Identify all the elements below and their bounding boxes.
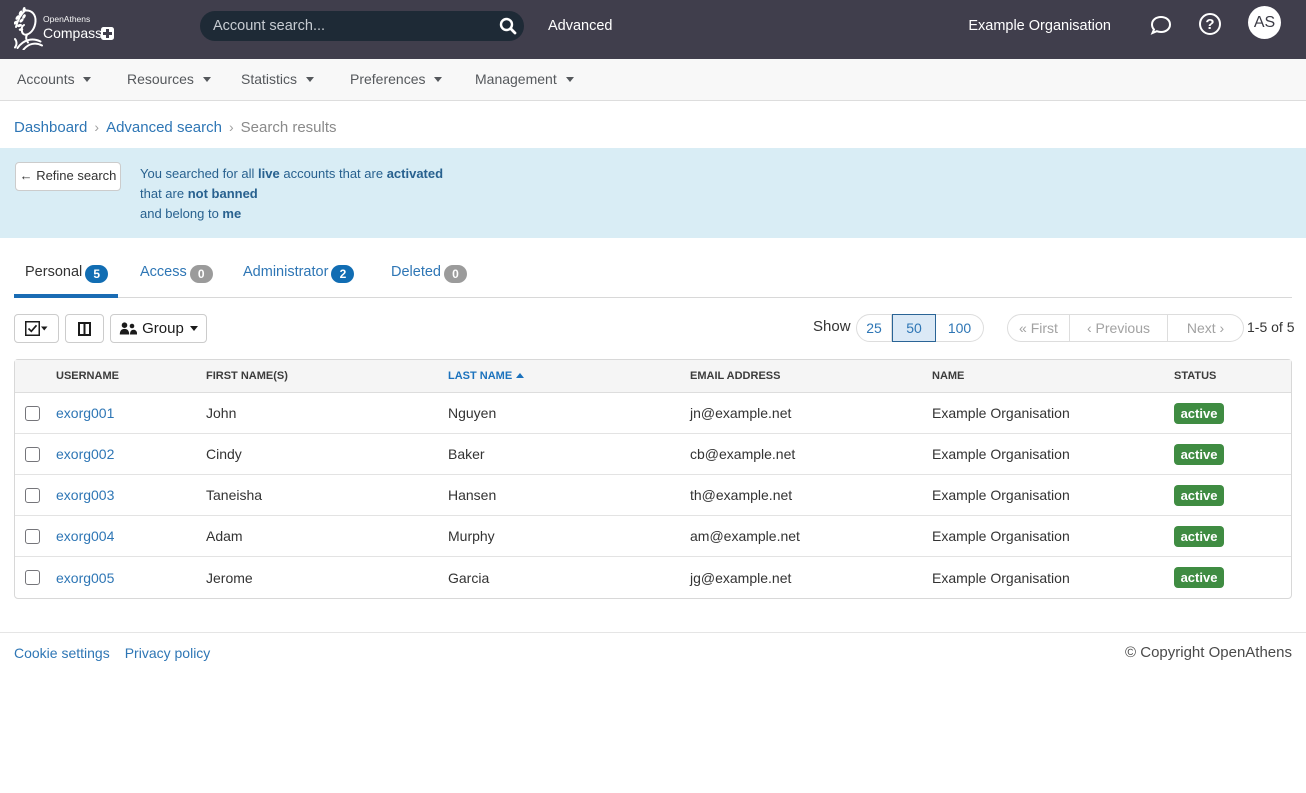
svg-text:?: ? [1205, 16, 1214, 33]
